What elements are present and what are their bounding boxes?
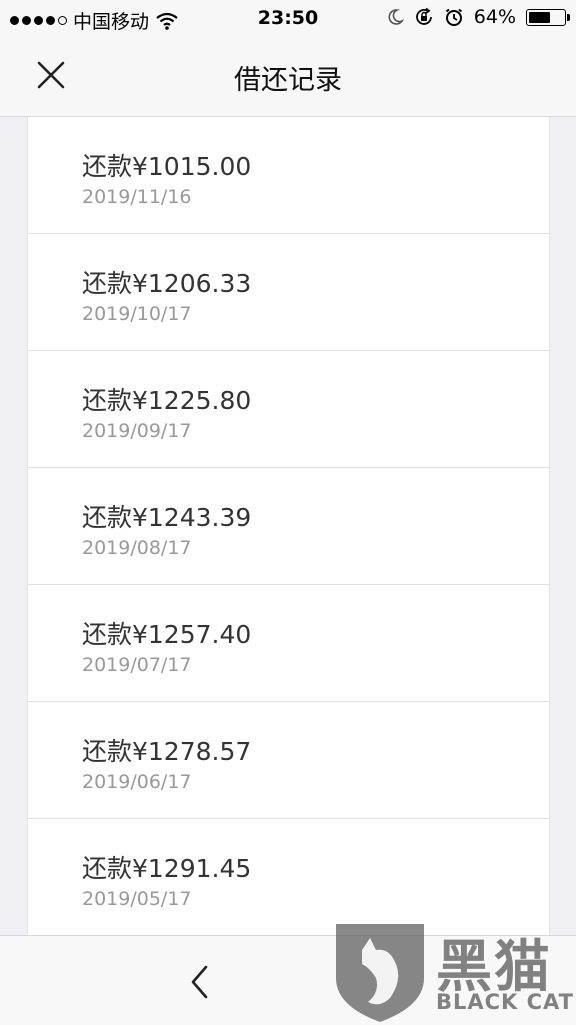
repayment-amount: 还款¥1243.39: [82, 503, 252, 532]
repayment-amount: 还款¥1225.80: [82, 386, 252, 415]
repayment-date: 2019/07/17: [82, 654, 192, 676]
alarm-icon: [445, 8, 462, 26]
chevron-left-icon: [191, 965, 208, 999]
battery-percent: 64%: [473, 6, 516, 28]
status-right: 64%: [386, 6, 570, 28]
repayment-date: 2019/10/17: [82, 303, 192, 325]
forward-button[interactable]: [364, 964, 394, 1000]
repayment-amount: 还款¥1015.00: [82, 152, 252, 181]
repayment-amount: 还款¥1206.33: [82, 269, 252, 298]
repayment-date: 2019/08/17: [82, 537, 192, 559]
nav-bar: 借还记录: [0, 38, 576, 117]
repayment-amount: 还款¥1278.57: [82, 737, 252, 766]
battery-level: [529, 11, 551, 23]
list-item[interactable]: 还款¥1291.45 2019/05/17: [28, 819, 549, 935]
repayment-date: 2019/06/17: [82, 771, 192, 793]
list-item[interactable]: 还款¥1206.33 2019/10/17: [28, 234, 549, 351]
repayment-date: 2019/05/17: [82, 888, 192, 910]
orientation-lock-icon: [415, 7, 432, 25]
list-item[interactable]: 还款¥1015.00 2019/11/16: [28, 117, 549, 234]
list-item[interactable]: 还款¥1225.80 2019/09/17: [28, 351, 549, 468]
list-item[interactable]: 还款¥1278.57 2019/06/17: [28, 702, 549, 819]
repayment-date: 2019/11/16: [82, 186, 192, 208]
back-button[interactable]: [186, 964, 216, 1000]
chevron-right-icon: [372, 965, 389, 999]
list-item[interactable]: 还款¥1243.39 2019/08/17: [28, 468, 549, 585]
repayment-amount: 还款¥1257.40: [82, 620, 252, 649]
bottom-toolbar: [0, 935, 576, 1025]
battery-icon: [526, 8, 570, 26]
repayment-date: 2019/09/17: [82, 420, 192, 442]
page-title: 借还记录: [234, 65, 342, 96]
records-list[interactable]: 还款¥1015.00 2019/11/16 还款¥1206.33 2019/10…: [27, 117, 550, 935]
moon-icon: [388, 9, 404, 25]
status-bar: 中国移动 23:50 64%: [0, 0, 576, 38]
list-item[interactable]: 还款¥1257.40 2019/07/17: [28, 585, 549, 702]
repayment-amount: 还款¥1291.45: [82, 854, 252, 883]
